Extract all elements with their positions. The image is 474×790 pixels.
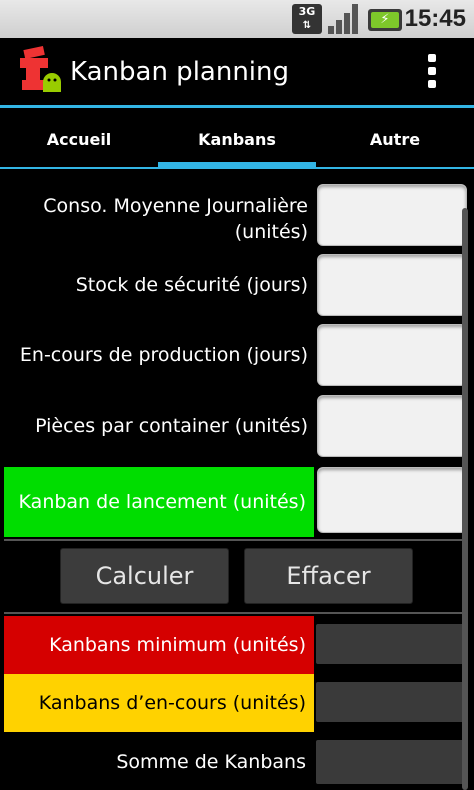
overflow-menu-icon[interactable] <box>425 54 439 92</box>
tabs-divider <box>0 167 474 169</box>
network-3g-icon: 3G ⇅ <box>292 4 322 34</box>
tab-accueil[interactable]: Accueil <box>0 110 158 168</box>
tab-bar: Accueil Kanbans Autre <box>0 110 474 168</box>
stock-label: Stock de sécurité (jours) <box>75 274 308 296</box>
effacer-button[interactable]: Effacer <box>244 548 413 604</box>
divider <box>4 539 464 541</box>
conso-input[interactable] <box>317 184 467 246</box>
lancement-label: Kanban de lancement (unités) <box>4 467 314 537</box>
scrollbar[interactable] <box>462 208 468 790</box>
divider <box>4 612 464 614</box>
somme-output <box>316 740 464 784</box>
calculer-button[interactable]: Calculer <box>60 548 229 604</box>
stock-input[interactable] <box>317 254 467 316</box>
minimum-output <box>316 624 464 664</box>
encours-output <box>316 682 464 722</box>
minimum-label: Kanbans minimum (unités) <box>4 616 314 674</box>
lancement-input[interactable] <box>317 467 467 533</box>
app-title: Kanban planning <box>70 57 290 87</box>
title-divider <box>0 105 474 108</box>
tab-autre[interactable]: Autre <box>316 110 474 168</box>
tab-kanbans[interactable]: Kanbans <box>158 110 316 168</box>
network-type: 3G <box>298 5 316 18</box>
encours-label: En-cours de production (jours) <box>19 344 308 366</box>
pieces-input[interactable] <box>317 395 467 457</box>
status-time: 15:45 <box>404 5 466 32</box>
app-logo-icon <box>20 46 61 92</box>
encours-input[interactable] <box>317 324 467 386</box>
pieces-label: Pièces par container (unités) <box>35 415 308 437</box>
somme-label: Somme de Kanbans <box>116 750 306 773</box>
status-bar: 3G ⇅ ⚡ 15:45 <box>0 0 474 38</box>
signal-strength-icon <box>328 4 360 34</box>
battery-charging-icon: ⚡ <box>368 9 402 31</box>
conso-label: Conso. Moyenne Journalière (unités) <box>43 195 308 243</box>
encours-result-label: Kanbans d’en-cours (unités) <box>4 674 314 732</box>
network-arrows-icon: ⇅ <box>302 20 312 31</box>
